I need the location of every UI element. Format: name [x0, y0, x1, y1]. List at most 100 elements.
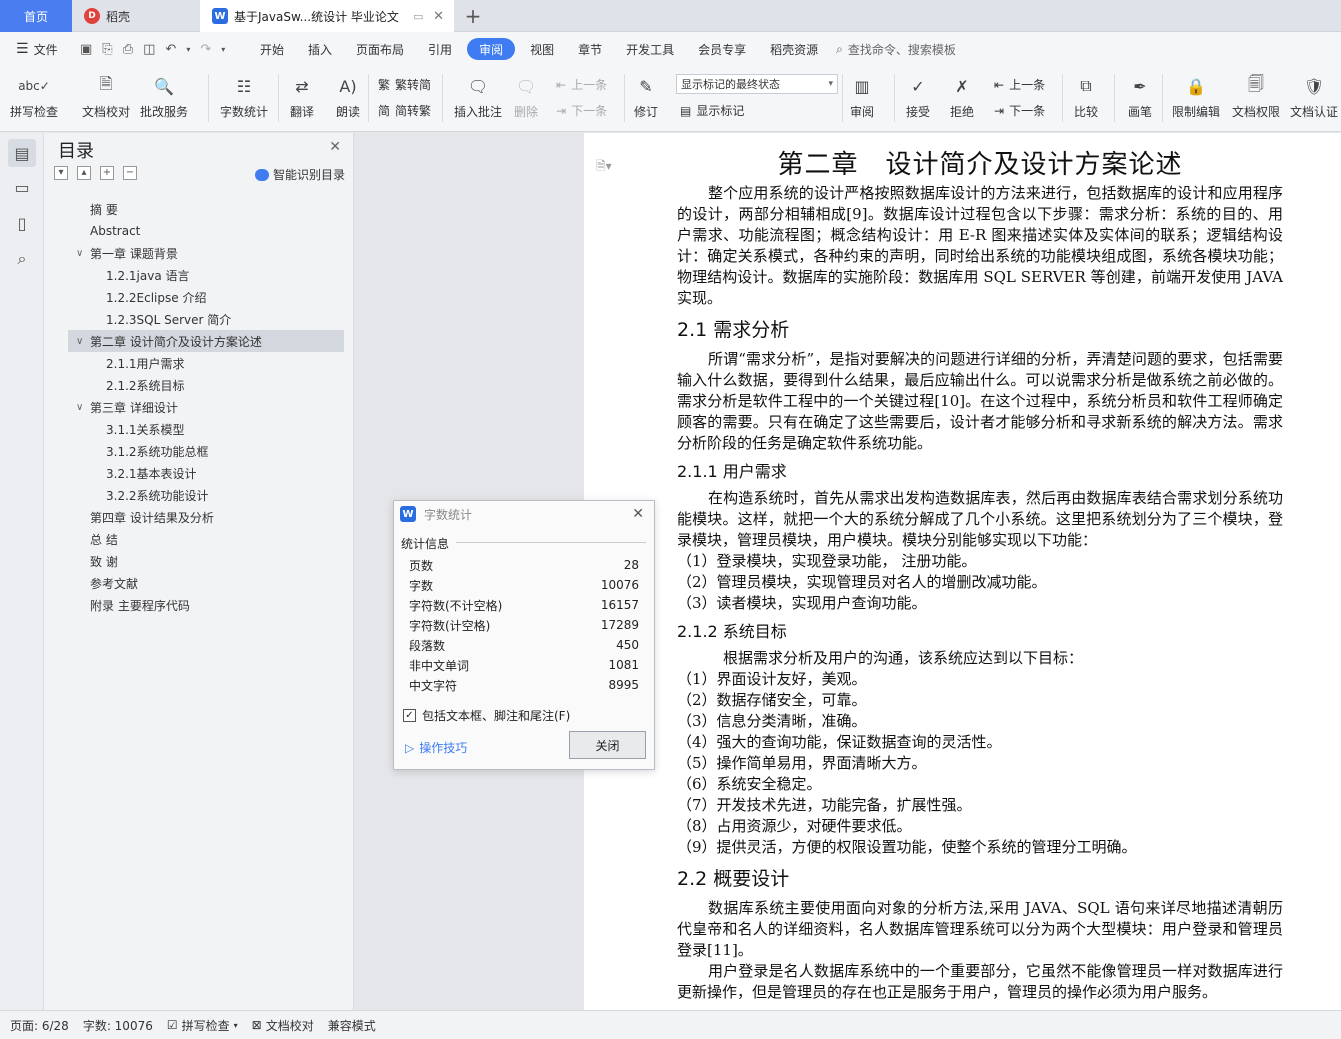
menu-page-layout[interactable]: 页面布局 — [344, 38, 416, 60]
close-button[interactable]: 关闭 — [569, 731, 646, 759]
new-tab-button[interactable]: + — [460, 0, 486, 32]
spell-check-toggle[interactable]: ☑ 拼写检查 ▾ — [167, 1017, 238, 1034]
toc-item[interactable]: 第四章 设计结果及分析 — [44, 506, 354, 528]
toc-item[interactable]: 3.1.2系统功能总框 — [44, 440, 354, 462]
menu-chapter[interactable]: 章节 — [566, 38, 614, 60]
pen-button[interactable]: ✒ 画笔 — [1126, 72, 1154, 120]
doc-proof-toggle[interactable]: ⊠ 文档校对 — [252, 1017, 314, 1034]
toc-panel-icon[interactable]: ▤ — [8, 139, 36, 167]
track-changes-icon: ✎ — [639, 76, 653, 96]
close-icon[interactable]: ✕ — [329, 139, 341, 155]
show-markup-button[interactable]: ▤ 显示标记 — [680, 102, 744, 119]
toc-item[interactable]: ∨ 第三章 详细设计 — [44, 396, 354, 418]
spell-check-button[interactable]: abc✓ 拼写检查 — [10, 72, 58, 120]
chevron-down-icon[interactable]: ∨ — [76, 336, 83, 347]
undo-icon[interactable]: ↶ — [165, 42, 176, 57]
compare-button[interactable]: ⧉ 比较 — [1072, 72, 1100, 120]
find-icon[interactable]: ⌕ — [8, 245, 36, 273]
undo-dropdown-icon[interactable]: ▾ — [186, 45, 190, 54]
chapter-nav-icon[interactable]: ▭ — [8, 173, 36, 201]
command-search[interactable]: ⌕ 查找命令、搜索模板 — [836, 41, 956, 58]
monitor-icon[interactable]: ▭ — [413, 10, 423, 23]
more-icon[interactable]: ▾ — [221, 45, 225, 54]
prev-change-button[interactable]: ⇤ 上一条 — [994, 76, 1045, 93]
word-count-button[interactable]: ☷ 字数统计 — [220, 72, 268, 120]
tips-link[interactable]: ▷ 操作技巧 — [405, 739, 467, 756]
toc-item[interactable]: 致 谢 — [44, 550, 354, 572]
toc-item[interactable]: 3.2.2系统功能设计 — [44, 484, 354, 506]
read-aloud-button[interactable]: A) 朗读 — [334, 72, 362, 120]
include-textbox-checkbox[interactable]: ✓ 包括文本框、脚注和尾注(F) — [403, 707, 570, 724]
document-body[interactable]: 第二章 设计简介及设计方案论述 整个应用系统的设计严格按照数据库设计的方法来进行… — [677, 147, 1283, 1003]
print-icon[interactable]: ⎙ — [123, 42, 133, 57]
prev-comment-button[interactable]: ⇤ 上一条 — [556, 76, 607, 93]
restrict-edit-button[interactable]: 🔒 限制编辑 — [1172, 72, 1220, 120]
toc-item[interactable]: ∨ 第一章 课题背景 — [44, 242, 354, 264]
expand-down-icon[interactable]: ▾ — [54, 166, 68, 180]
minus-icon[interactable]: − — [123, 166, 137, 180]
toc-item[interactable]: 总 结 — [44, 528, 354, 550]
accept-button[interactable]: ✓ 接受 — [904, 72, 932, 120]
doc-cert-button[interactable]: 🛡 文档认证 — [1290, 72, 1338, 120]
toc-item-label: 摘 要 — [90, 202, 118, 217]
page-options-icon[interactable]: 🗎▾ — [596, 157, 612, 178]
quick-access-toolbar: ▣ ⎘ ⎙ ◫ ↶ ▾ ↷ ▾ — [76, 42, 248, 57]
toc-item[interactable]: 2.1.1用户需求 — [44, 352, 354, 374]
chevron-down-icon[interactable]: ∨ — [76, 248, 83, 259]
dialog-title-bar[interactable]: W 字数统计 ✕ — [394, 501, 654, 527]
export-pdf-icon[interactable]: ⎘ — [102, 42, 112, 57]
file-menu-button[interactable]: ☰ 文件 — [0, 41, 76, 58]
next-comment-button[interactable]: ⇥ 下一条 — [556, 102, 607, 119]
show-markup-icon: ▤ — [680, 103, 692, 118]
chevron-down-icon[interactable]: ∨ — [76, 402, 83, 413]
markup-state-select[interactable]: 显示标记的最终状态 ▾ — [676, 74, 838, 94]
save-icon[interactable]: ▣ — [80, 42, 92, 57]
page-indicator[interactable]: 页面: 6/28 — [10, 1017, 69, 1034]
delete-comment-button[interactable]: 🗨 删除 — [512, 72, 540, 120]
menu-review[interactable]: 审阅 — [467, 38, 516, 60]
toc-item[interactable]: 3.1.1关系模型 — [44, 418, 354, 440]
toc-item-selected[interactable]: ∨ 第二章 设计简介及设计方案论述 — [68, 330, 344, 352]
reject-button[interactable]: ✗ 拒绝 — [948, 72, 976, 120]
toc-item[interactable]: 附录 主要程序代码 — [44, 594, 354, 616]
menu-insert[interactable]: 插入 — [296, 38, 344, 60]
menu-member[interactable]: 会员专享 — [686, 38, 758, 60]
tab-daoke[interactable]: D 稻壳 — [72, 0, 200, 32]
tab-home[interactable]: 首页 — [0, 0, 72, 32]
menu-dev-tools[interactable]: 开发工具 — [614, 38, 686, 60]
close-tab-icon[interactable]: ✕ — [433, 9, 444, 24]
menu-start[interactable]: 开始 — [248, 38, 296, 60]
trad-to-simp-button[interactable]: 繁繁转简 — [378, 76, 431, 93]
toc-item[interactable]: 3.2.1基本表设计 — [44, 462, 354, 484]
doc-permission-button[interactable]: 🗐 文档权限 — [1232, 72, 1280, 120]
menu-daoke-resources[interactable]: 稻壳资源 — [758, 38, 830, 60]
word-count-indicator[interactable]: 字数: 10076 — [83, 1017, 153, 1034]
review-pane-button[interactable]: ▥ 审阅 — [848, 72, 876, 120]
plus-icon[interactable]: + — [100, 166, 114, 180]
track-changes-button[interactable]: ✎ 修订 — [632, 72, 660, 120]
toc-item[interactable]: 2.1.2系统目标 — [44, 374, 354, 396]
smart-detect-toc-button[interactable]: 智能识别目录 — [254, 166, 345, 183]
toc-item[interactable]: 1.2.1java 语言 — [44, 264, 354, 286]
simp-to-trad-button[interactable]: 简简转繁 — [378, 102, 431, 119]
correction-service-button[interactable]: 🔍 批改服务 — [140, 72, 188, 120]
menu-references[interactable]: 引用 — [416, 38, 464, 60]
close-icon[interactable]: ✕ — [632, 506, 644, 522]
toc-item[interactable]: 1.2.2Eclipse 介绍 — [44, 286, 354, 308]
next-change-button[interactable]: ⇥ 下一条 — [994, 102, 1045, 119]
translate-button[interactable]: ⇄ 翻译 — [288, 72, 316, 120]
toc-item[interactable]: 1.2.3SQL Server 简介 — [44, 308, 354, 330]
toc-item[interactable]: 摘 要 — [44, 198, 354, 220]
collapse-up-icon[interactable]: ▴ — [77, 166, 91, 180]
doc-proof-button[interactable]: 🗎 文档校对 — [82, 72, 130, 120]
toc-item[interactable]: Abstract — [44, 220, 354, 242]
toc-item[interactable]: 参考文献 — [44, 572, 354, 594]
print-preview-icon[interactable]: ◫ — [143, 42, 155, 57]
tab-document[interactable]: W 基于JavaSw...统设计 毕业论文 ▭ ✕ — [200, 0, 454, 32]
bookmark-icon[interactable]: ▯ — [8, 209, 36, 237]
document-page[interactable]: 🗎▾ 第二章 设计简介及设计方案论述 整个应用系统的设计严格按照数据库设计的方法… — [584, 133, 1341, 1010]
insert-comment-icon: 🗨 — [467, 76, 489, 96]
menu-view[interactable]: 视图 — [518, 38, 566, 60]
insert-comment-button[interactable]: 🗨 插入批注 — [454, 72, 502, 120]
redo-icon[interactable]: ↷ — [200, 42, 211, 57]
